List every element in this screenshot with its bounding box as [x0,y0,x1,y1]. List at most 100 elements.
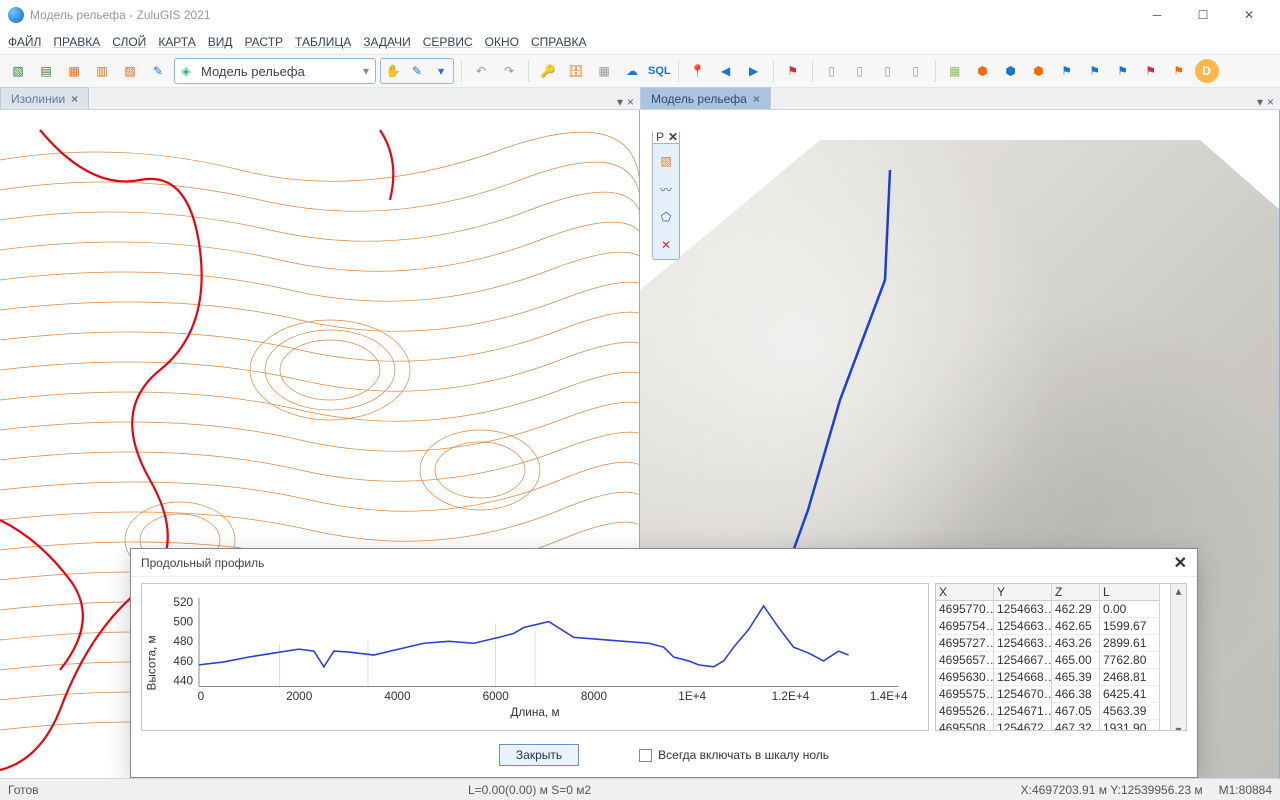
menu-window[interactable]: ОКНО [485,35,519,49]
table-row[interactable]: 4695575…1254670…466.386425.41 [936,686,1170,703]
status-measure: L=0.00(0.00) м S=0 м2 [468,783,591,797]
menu-table[interactable]: ТАБЛИЦА [295,35,351,49]
menu-tasks[interactable]: ЗАДАЧИ [363,35,410,49]
chevron-down-icon[interactable]: ▾ [429,64,453,78]
svg-text:480: 480 [173,635,193,648]
layer-icon[interactable]: ▦ [62,59,86,83]
svg-text:6000: 6000 [483,690,510,703]
status-scale: M1:80884 [1219,783,1272,797]
maximize-button[interactable]: ☐ [1180,0,1226,30]
key-icon[interactable]: 🔑 [536,59,560,83]
profile-tool-icon[interactable]: 〰 [655,178,677,200]
back-icon[interactable]: ◀ [714,59,738,83]
open-icon[interactable]: ▤ [34,59,58,83]
window-title: Модель рельефа - ZuluGIS 2021 [30,8,1134,22]
tab-label: Модель рельефа [651,92,747,106]
close-button[interactable]: ✕ [1226,0,1272,30]
zone-tool-icon[interactable]: ▧ [655,150,677,172]
tab-terrain-model[interactable]: Модель рельефа × [640,87,771,109]
profile-chart: Высота, м 520500480460440 02000400060008… [141,583,929,731]
table-row[interactable]: 4695526…1254671…467.054563.39 [936,703,1170,720]
table-icon[interactable]: ▦ [592,59,616,83]
menu-edit[interactable]: ПРАВКА [53,35,100,49]
menu-file[interactable]: ФАЙЛ [8,35,41,49]
toolbox-header[interactable]: P ✕ [653,130,679,144]
separator [812,60,813,82]
include-zero-checkbox[interactable]: Всегда включать в шкалу ноль [639,748,829,762]
svg-text:1.4E+4: 1.4E+4 [870,690,908,703]
svg-text:0: 0 [198,690,205,703]
menu-raster[interactable]: РАСТР [244,35,283,49]
menu-help[interactable]: СПРАВКА [531,35,587,49]
tool-hand-icon[interactable]: ✋ [381,64,405,78]
layer-select-icon: ◈ [175,64,197,78]
menu-map[interactable]: КАРТА [158,35,195,49]
table-row[interactable]: 4695508…1254672…467.321931.90 [936,720,1170,731]
doc4-icon[interactable]: ▯ [904,59,928,83]
tool-pencil-icon[interactable]: ✎ [405,64,429,78]
redo-icon[interactable]: ↷ [497,59,521,83]
chevron-down-icon[interactable]: ▾ [357,64,375,78]
menu-view[interactable]: ВИД [208,35,233,49]
d-icon[interactable]: D [1195,59,1219,83]
doc2-icon[interactable]: ▯ [848,59,872,83]
flag2-icon[interactable]: ⚑ [1083,59,1107,83]
pin-icon[interactable]: 📍 [686,59,710,83]
tab-menu-icon[interactable]: ▾ [617,95,623,109]
flag5-icon[interactable]: ⚑ [1167,59,1191,83]
separator [935,60,936,82]
app-icon [8,7,24,23]
layer3-icon[interactable]: ▨ [118,59,142,83]
separator [461,60,462,82]
net4-icon[interactable]: ⬢ [1027,59,1051,83]
close-icon[interactable]: ✕ [668,130,678,144]
query-icon[interactable]: ☁ [620,59,644,83]
sql-icon[interactable]: SQL [648,59,671,83]
net1-icon[interactable]: ▦ [943,59,967,83]
scrollbar[interactable]: ▴▾ [1170,584,1186,731]
layer2-icon[interactable]: ▥ [90,59,114,83]
svg-text:8000: 8000 [581,690,608,703]
table-row[interactable]: 4695770…1254663…462.290.00 [936,601,1170,618]
cancel-tool-icon[interactable]: ✕ [655,234,677,256]
menu-layer[interactable]: СЛОЙ [112,35,146,49]
db-icon[interactable]: 🗄 [564,59,588,83]
close-icon[interactable]: ✕ [1174,553,1187,573]
polygon-tool-icon[interactable]: ⬠ [655,206,677,228]
flag1-icon[interactable]: ⚑ [1055,59,1079,83]
table-row[interactable]: 4695657…1254667…465.007762.80 [936,652,1170,669]
net3-icon[interactable]: ⬢ [999,59,1023,83]
dialog-titlebar[interactable]: Продольный профиль ✕ [131,549,1197,577]
flag4-icon[interactable]: ⚑ [1139,59,1163,83]
table-row[interactable]: 4695630…1254668…465.392468.81 [936,669,1170,686]
bookmark-icon[interactable]: ⚑ [781,59,805,83]
layer-input[interactable] [197,64,357,79]
menu-service[interactable]: СЕРВИС [423,35,473,49]
table-row[interactable]: 4695727…1254663…463.262899.61 [936,635,1170,652]
pencil-group: ✋ ✎ ▾ [380,58,454,84]
net2-icon[interactable]: ⬢ [971,59,995,83]
edit-icon[interactable]: ✎ [146,59,170,83]
close-icon[interactable]: × [753,92,760,106]
tab-isolines[interactable]: Изолинии × [0,87,89,109]
minimize-button[interactable]: ─ [1134,0,1180,30]
flag3-icon[interactable]: ⚑ [1111,59,1135,83]
close-button[interactable]: Закрыть [499,744,579,766]
table-row[interactable]: 4695754…1254663…462.651599.67 [936,618,1170,635]
menubar: ФАЙЛ ПРАВКА СЛОЙ КАРТА ВИД РАСТР ТАБЛИЦА… [0,30,1280,54]
forward-icon[interactable]: ▶ [742,59,766,83]
x-axis-label: Длина, м [510,706,559,719]
close-icon[interactable]: × [71,92,78,106]
svg-text:520: 520 [173,596,193,609]
tab-menu-icon[interactable]: ▾ [1257,95,1263,109]
svg-text:2000: 2000 [286,690,313,703]
doc3-icon[interactable]: ▯ [876,59,900,83]
status-ready: Готов [8,783,39,797]
tab-close-icon[interactable]: × [1267,95,1274,109]
new-icon[interactable]: ▧ [6,59,30,83]
layer-selector[interactable]: ◈ ▾ [174,58,376,84]
doc1-icon[interactable]: ▯ [820,59,844,83]
tab-close-icon[interactable]: × [627,95,634,109]
undo-icon[interactable]: ↶ [469,59,493,83]
separator [678,60,679,82]
